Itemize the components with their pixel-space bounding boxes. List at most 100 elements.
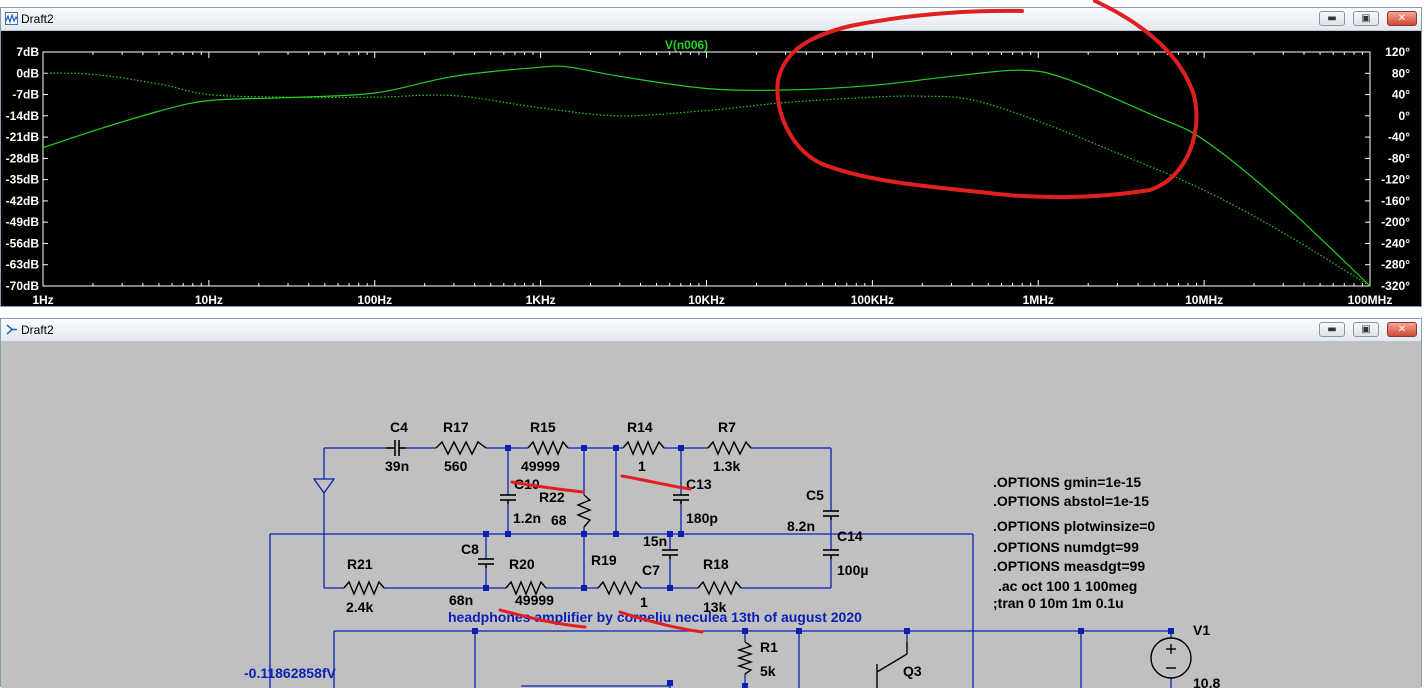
component-ref-r17[interactable]: R17 — [443, 419, 469, 435]
component-value-r22[interactable]: 68 — [551, 512, 567, 528]
component-value-r19[interactable]: 1 — [640, 594, 648, 610]
schematic-window-titlebar[interactable]: Draft2 ▬ ▣ ✕ — [1, 319, 1421, 342]
plot-window-titlebar[interactable]: Draft2 ▬ ▣ ✕ — [1, 8, 1421, 31]
minimize-button[interactable]: ▬ — [1319, 11, 1345, 26]
y-right-tick-label: 120° — [1385, 45, 1410, 59]
y-left-tick-label: 0dB — [16, 66, 39, 80]
plot-window: Draft2 ▬ ▣ ✕ 1Hz 10Hz 100Hz 1KHz 10KHz 100KHz… — [0, 7, 1422, 307]
y-right-tick-label: -40° — [1388, 130, 1410, 144]
component-ref-r19[interactable]: R19 — [591, 552, 617, 568]
y-right-tick-label: 40° — [1392, 88, 1410, 102]
component-ref-c8[interactable]: C8 — [461, 541, 479, 557]
y-left-tick-label: -21dB — [6, 130, 40, 144]
phase-trace[interactable] — [42, 72, 1371, 287]
component-value-r21[interactable]: 2.4k — [346, 599, 373, 615]
spice-directive[interactable]: .OPTIONS measdgt=99 — [993, 558, 1145, 574]
component-value-v1[interactable]: 10.8 — [1193, 675, 1220, 688]
y-right-tick-label: 80° — [1392, 66, 1410, 80]
component-value-c10[interactable]: 1.2n — [513, 510, 541, 526]
spice-directive[interactable]: ;tran 0 10m 1m 0.1u — [993, 595, 1124, 611]
maximize-button[interactable]: ▣ — [1353, 11, 1379, 26]
y-left-tick-label: -14dB — [6, 109, 40, 123]
y-left-tick-label: -28dB — [6, 151, 40, 165]
component-ref-q3[interactable]: Q3 — [903, 663, 922, 679]
y-left-tick-label: -49dB — [6, 215, 40, 229]
schematic-comment[interactable]: headphones amplifier by corneliu neculea… — [448, 609, 862, 625]
component-value-r14[interactable]: 1 — [638, 458, 646, 474]
spice-directive[interactable]: .OPTIONS abstol=1e-15 — [993, 493, 1149, 509]
spice-directive[interactable]: .ac oct 100 1 100meg — [998, 578, 1137, 594]
component-ref-r15[interactable]: R15 — [530, 419, 556, 435]
ground-symbol — [312, 478, 336, 495]
x-tick-label: 10MHz — [1185, 293, 1223, 306]
spice-directive[interactable]: .OPTIONS plotwinsize=0 — [993, 518, 1155, 534]
minimize-button[interactable]: ▬ — [1319, 322, 1345, 337]
spice-directive[interactable]: .OPTIONS numdgt=99 — [993, 539, 1139, 555]
y-right-tick-label: -320° — [1381, 279, 1410, 293]
trace-name-label[interactable]: V(n006) — [665, 38, 708, 52]
y-right-tick-label: 0° — [1399, 109, 1411, 123]
y-right-tick-label: -120° — [1381, 173, 1410, 187]
component-ref-c10[interactable]: C10 — [514, 476, 540, 492]
schematic-canvas[interactable]: C4 39n R17 560 R15 49999 R14 1 R7 1.3k C… — [1, 342, 1421, 688]
component-ref-c5[interactable]: C5 — [806, 487, 824, 503]
maximize-button[interactable]: ▣ — [1353, 322, 1379, 337]
y-left-tick-label: 7dB — [16, 45, 39, 59]
component-ref-r21[interactable]: R21 — [347, 556, 373, 572]
y-left-tick-label: -35dB — [6, 173, 40, 187]
component-value-c7[interactable]: 15n — [643, 533, 667, 549]
x-tick-label: 1MHz — [1023, 293, 1054, 306]
component-ref-r14[interactable]: R14 — [627, 419, 653, 435]
waveform-icon — [5, 12, 18, 25]
close-button[interactable]: ✕ — [1387, 11, 1417, 26]
bode-plot-chart[interactable]: 1Hz 10Hz 100Hz 1KHz 10KHz 100KHz 1MHz 10MHz 100M… — [1, 31, 1421, 306]
x-tick-label: 100KHz — [851, 293, 894, 306]
node-voltage-readout[interactable]: -0.11862858fV — [244, 665, 336, 681]
component-value-c13[interactable]: 180p — [686, 510, 718, 526]
x-tick-label: 100Hz — [357, 293, 392, 306]
y-right-tick-label: -200° — [1381, 215, 1410, 229]
component-ref-v1[interactable]: V1 — [1193, 622, 1210, 638]
close-button[interactable]: ✕ — [1387, 322, 1417, 337]
schematic-window: Draft2 ▬ ▣ ✕ C4 39n R17 560 R15 49999 R1… — [0, 318, 1422, 688]
component-value-r1[interactable]: 5k — [760, 663, 776, 679]
spice-directive[interactable]: .OPTIONS gmin=1e-15 — [993, 474, 1141, 490]
component-ref-c13[interactable]: C13 — [686, 476, 712, 492]
y-left-tick-label: -42dB — [6, 194, 40, 208]
y-right-tick-label: -80° — [1388, 151, 1410, 165]
component-ref-r18[interactable]: R18 — [703, 556, 729, 572]
component-value-r20[interactable]: 49999 — [515, 592, 554, 608]
y-left-tick-label: -7dB — [12, 88, 39, 102]
component-value-c4[interactable]: 39n — [385, 458, 409, 474]
component-value-r7[interactable]: 1.3k — [713, 458, 740, 474]
waveform-plot[interactable]: 1Hz 10Hz 100Hz 1KHz 10KHz 100KHz 1MHz 10MHz 100M… — [1, 31, 1421, 306]
component-ref-r7[interactable]: R7 — [718, 419, 736, 435]
y-right-tick-label: -280° — [1381, 258, 1410, 272]
component-value-c14[interactable]: 100µ — [837, 562, 868, 578]
y-right-tick-label: -240° — [1381, 236, 1410, 250]
x-tick-label: 1KHz — [526, 293, 556, 306]
plot-window-title: Draft2 — [21, 12, 54, 26]
component-ref-c14[interactable]: C14 — [837, 528, 863, 544]
component-value-r17[interactable]: 560 — [444, 458, 467, 474]
component-ref-r20[interactable]: R20 — [509, 556, 535, 572]
x-tick-label: 1Hz — [32, 293, 53, 306]
x-tick-label: 100MHz — [1348, 293, 1393, 306]
component-ref-r22[interactable]: R22 — [539, 489, 565, 505]
component-ref-r1[interactable]: R1 — [760, 639, 778, 655]
magnitude-trace[interactable] — [42, 65, 1371, 287]
component-value-r15[interactable]: 49999 — [521, 458, 560, 474]
component-ref-c7[interactable]: C7 — [642, 562, 660, 578]
x-tick-label: 10Hz — [195, 293, 223, 306]
y-left-tick-label: -70dB — [6, 279, 40, 293]
y-right-tick-label: -160° — [1381, 194, 1410, 208]
schematic-window-title: Draft2 — [21, 323, 54, 337]
component-ref-c4[interactable]: C4 — [390, 419, 408, 435]
component-value-c8[interactable]: 68n — [449, 592, 473, 608]
x-tick-label: 10KHz — [688, 293, 725, 306]
y-left-tick-label: -63dB — [6, 258, 40, 272]
y-left-tick-label: -56dB — [6, 236, 40, 250]
schematic-icon — [6, 324, 17, 335]
component-value-c5[interactable]: 8.2n — [787, 518, 815, 534]
plot-frame — [42, 51, 1371, 287]
